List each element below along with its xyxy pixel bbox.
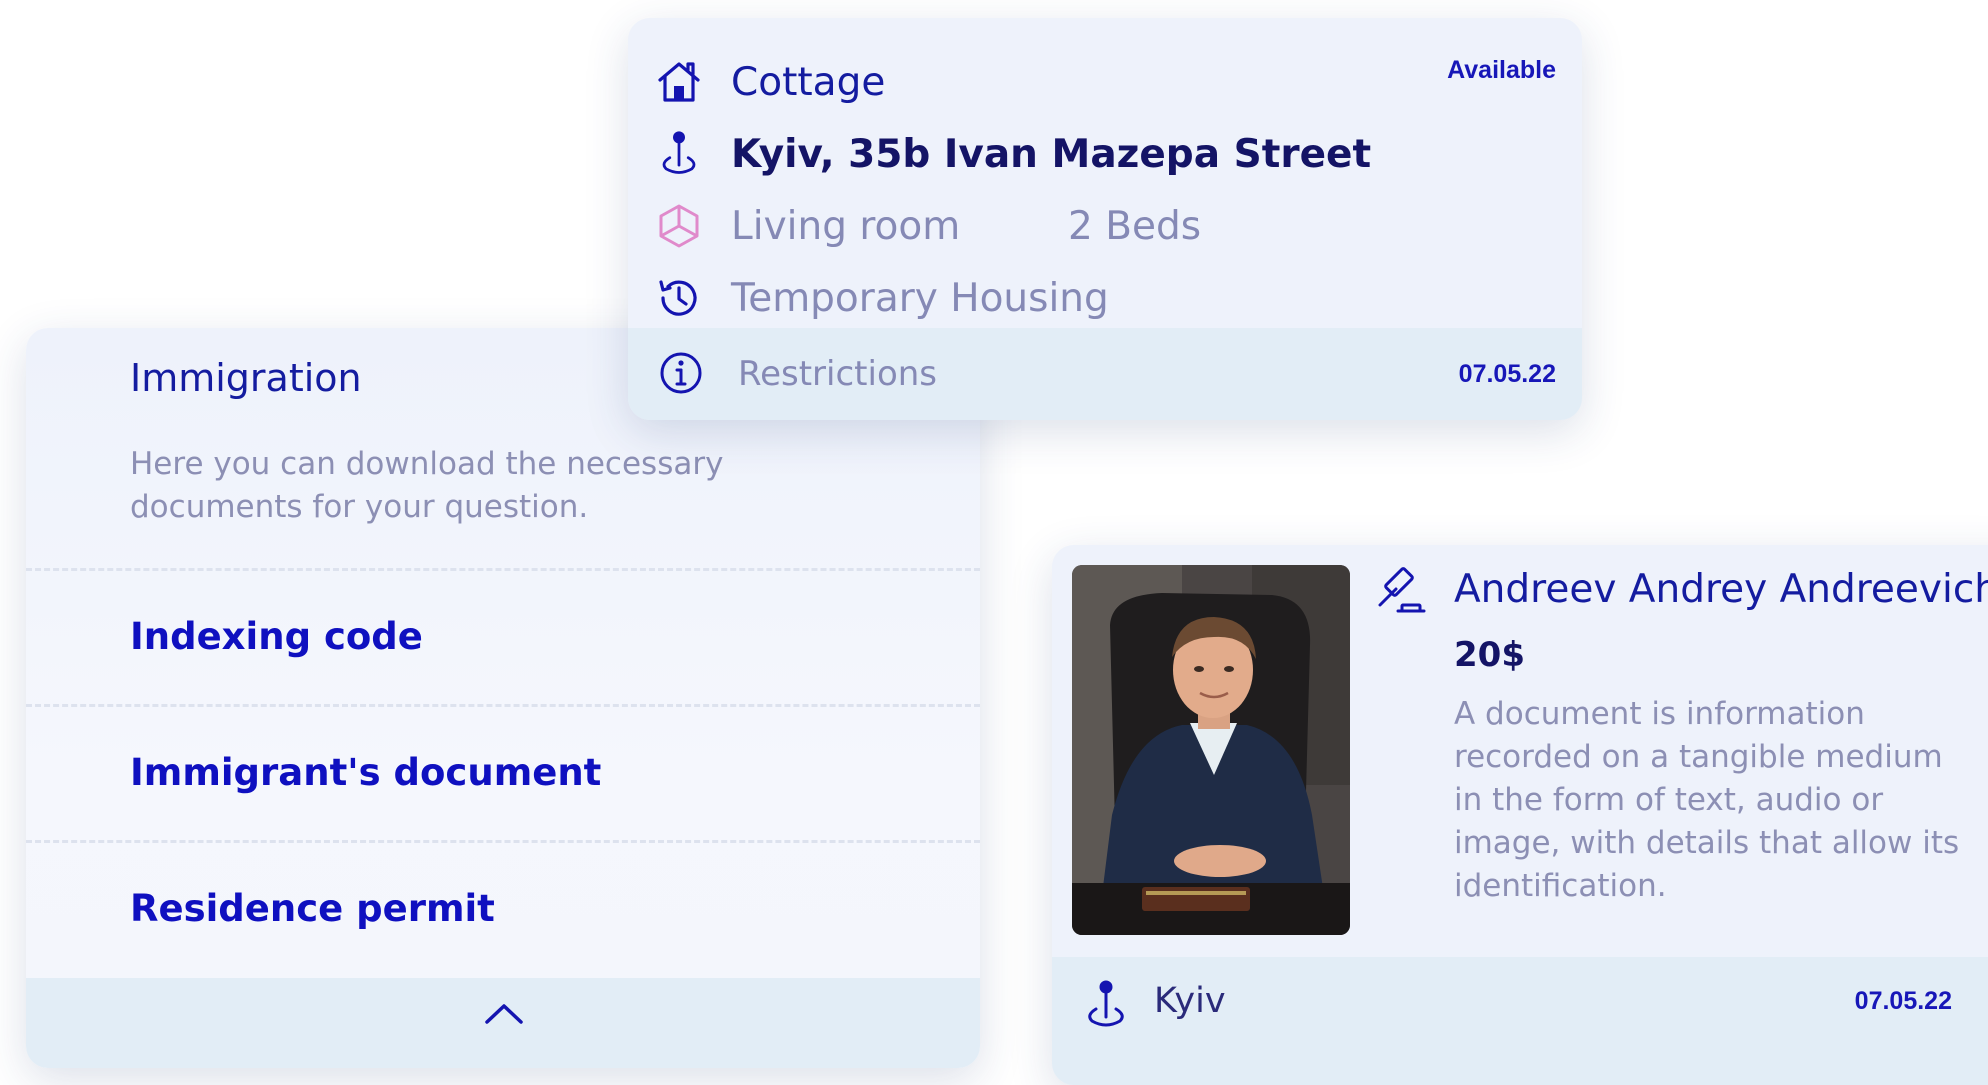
info-icon[interactable] — [656, 348, 706, 398]
lawyer-footer: Kyiv 07.05.22 — [1052, 957, 1988, 1085]
map-pin-icon — [654, 129, 704, 179]
lawyer-name: Andreev Andrey Andreevich — [1454, 567, 1988, 612]
housing-category-row: Temporary Housing — [628, 262, 1582, 334]
home-icon — [654, 57, 704, 107]
cube-icon — [654, 201, 704, 251]
housing-footer: Restrictions 07.05.22 — [628, 328, 1582, 420]
document-item-indexing-code[interactable]: Indexing code — [26, 568, 980, 707]
lawyer-date: 07.05.22 — [1854, 987, 1952, 1015]
history-icon — [654, 273, 704, 323]
document-item-label: Indexing code — [130, 615, 423, 658]
document-item-label: Immigrant's document — [130, 751, 602, 794]
immigration-description: Here you can download the necessary docu… — [130, 446, 724, 525]
housing-card[interactable]: Cottage Available Kyiv, 35b Ivan Mazepa … — [628, 18, 1582, 420]
housing-category: Temporary Housing — [731, 276, 1109, 321]
lawyer-photo — [1072, 565, 1350, 935]
map-pin-icon — [1088, 980, 1124, 1027]
document-item-label: Residence permit — [130, 887, 495, 930]
beds-label: 2 Beds — [1068, 204, 1202, 249]
housing-address: Kyiv, 35b Ivan Mazepa Street — [731, 132, 1372, 177]
document-item-immigrants-document[interactable]: Immigrant's document — [26, 704, 980, 843]
lawyer-description: A document is information recorded on a … — [1454, 696, 1960, 904]
housing-type: Cottage — [731, 60, 886, 105]
lawyer-card[interactable]: Andreev Andrey Andreevich 20$ A document… — [1052, 545, 1988, 1085]
housing-date: 07.05.22 — [1458, 360, 1556, 388]
gavel-icon — [1378, 567, 1426, 613]
housing-address-row: Kyiv, 35b Ivan Mazepa Street — [628, 118, 1582, 190]
document-item-residence-permit[interactable]: Residence permit — [26, 840, 980, 979]
immigration-title: Immigration — [130, 356, 362, 400]
chevron-up-icon[interactable] — [481, 998, 527, 1028]
immigration-card: Immigration Here you can download the ne… — [26, 328, 980, 1068]
status-badge: Available — [1447, 56, 1556, 84]
lawyer-price: 20$ — [1454, 635, 1525, 675]
lawyer-city: Kyiv — [1154, 981, 1226, 1021]
room-label: Living room — [731, 204, 961, 249]
housing-rooms-row: Living room 2 Beds — [628, 190, 1582, 262]
immigration-footer — [26, 978, 980, 1068]
restrictions-link[interactable]: Restrictions — [738, 354, 937, 394]
housing-type-row: Cottage — [628, 46, 1582, 118]
